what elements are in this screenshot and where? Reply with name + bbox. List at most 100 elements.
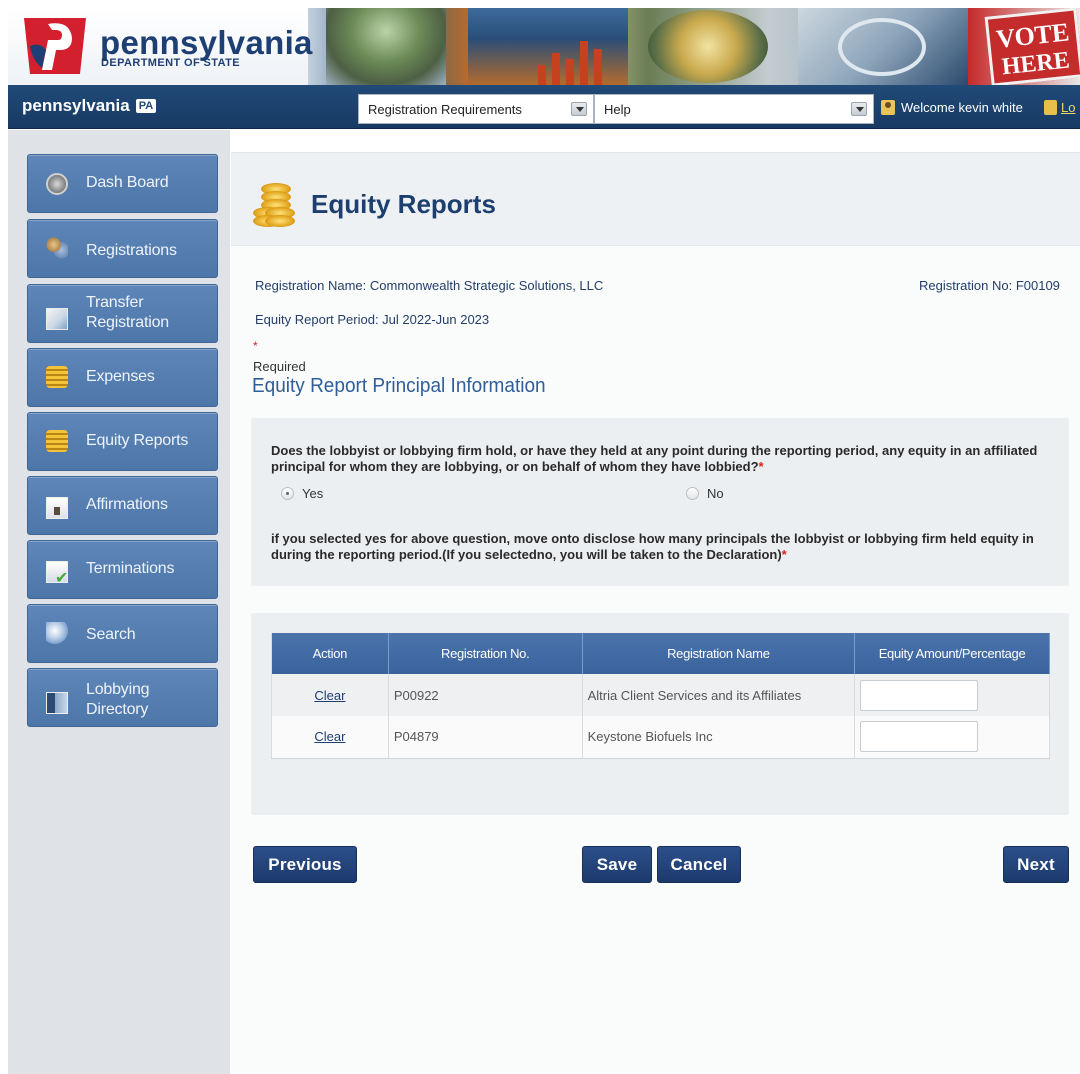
pa-keystone-logo-icon [24, 18, 86, 74]
help-select[interactable]: Help [594, 94, 874, 124]
main-panel: Equity Reports Registration Name: Common… [231, 152, 1080, 1072]
coins-icon [46, 366, 68, 388]
chevron-down-icon[interactable] [851, 102, 867, 116]
equity-table: Action Registration No. Registration Nam… [271, 633, 1050, 759]
pa-badge-icon: PA [135, 99, 157, 113]
registration-requirements-value: Registration Requirements [368, 102, 522, 117]
page-title: Equity Reports [311, 189, 496, 219]
sidebar-item-label: Equity Reports [86, 432, 189, 449]
equity-amount-input[interactable] [860, 721, 979, 753]
help-select-value: Help [604, 102, 631, 117]
instruction-text: if you selected yes for above question, … [271, 531, 1034, 562]
sidebar-item-label: Transfer Registration [86, 293, 169, 333]
sidebar-label-line1: Transfer [86, 294, 144, 311]
column-header-registration-no: Registration No. [388, 633, 583, 674]
book-icon [46, 692, 68, 714]
next-button[interactable]: Next [1003, 846, 1069, 883]
registration-name: Registration Name: Commonwealth Strategi… [255, 278, 604, 293]
save-button[interactable]: Save [582, 846, 652, 883]
logo-subtitle: DEPARTMENT OF STATE [101, 57, 240, 69]
state-seal-image [648, 10, 768, 83]
clear-link[interactable]: Clear [314, 729, 345, 744]
welcome-text: Welcome kevin white [901, 100, 1023, 115]
sidebar-item-terminations[interactable]: Terminations [27, 540, 218, 599]
sidebar-item-transfer-registration[interactable]: Transfer Registration [27, 284, 218, 343]
sidebar-label-line2: Registration [86, 314, 169, 331]
sidebar-item-label: Dash Board [86, 174, 169, 191]
capitol-image [326, 8, 446, 85]
table-header-row: Action Registration No. Registration Nam… [271, 633, 1050, 674]
action-cell: Clear [271, 674, 389, 716]
lock-icon [1044, 100, 1057, 115]
dashboard-icon [46, 173, 68, 195]
cancel-button[interactable]: Cancel [657, 846, 741, 883]
section-title: Equity Report Principal Information [252, 375, 546, 397]
registration-name-cell: Altria Client Services and its Affiliate… [582, 674, 856, 716]
radio-option-no[interactable]: No [686, 486, 724, 501]
registration-no-cell: P04879 [388, 716, 583, 759]
equity-amount-cell [854, 674, 1050, 716]
required-star: * [253, 339, 258, 353]
sidebar-item-label: Lobbying Directory [86, 680, 150, 720]
chevron-down-icon[interactable] [571, 102, 587, 116]
sidebar-item-registrations[interactable]: Registrations [27, 219, 218, 278]
action-cell: Clear [271, 716, 389, 759]
check-document-icon [46, 561, 68, 588]
table-row: Clear P04879 Keystone Biofuels Inc [271, 716, 1050, 759]
question-text: Does the lobbyist or lobbying firm hold,… [271, 443, 1038, 474]
welcome-user: Welcome kevin white [881, 100, 1023, 115]
sidebar-label-line2: Directory [86, 701, 149, 718]
sidebar-item-equity-reports[interactable]: Equity Reports [27, 412, 218, 471]
bar-chart-image [468, 8, 628, 85]
user-icon [881, 100, 895, 115]
equity-amount-input[interactable] [860, 679, 979, 711]
top-navbar: pennsylvania PA Registration Requirement… [8, 85, 1080, 129]
search-icon [46, 622, 68, 644]
column-header-registration-name: Registration Name [582, 633, 856, 674]
equity-question-text: Does the lobbyist or lobbying firm hold,… [271, 443, 1061, 475]
pa-brand[interactable]: pennsylvania PA [22, 96, 157, 116]
required-star: * [781, 547, 787, 562]
logout-link[interactable]: Lo [1044, 100, 1075, 115]
registration-number: Registration No: F00109 [919, 278, 1060, 293]
report-period: Equity Report Period: Jul 2022-Jun 2023 [255, 312, 490, 327]
equity-instruction-text: if you selected yes for above question, … [271, 531, 1061, 563]
page-header: Equity Reports [231, 153, 1080, 246]
equity-amount-cell [854, 716, 1050, 759]
required-star: * [758, 459, 764, 474]
previous-button[interactable]: Previous [253, 846, 357, 883]
sidebar-item-expenses[interactable]: Expenses [27, 348, 218, 407]
sidebar-item-label: Registrations [86, 242, 177, 259]
clear-link[interactable]: Clear [314, 688, 345, 703]
column-header-action: Action [271, 633, 389, 674]
registration-no-cell: P00922 [388, 674, 583, 716]
header-banner: pennsylvania DEPARTMENT OF STATE VOTE HE… [8, 8, 1080, 85]
sidebar-item-dashboard[interactable]: Dash Board [27, 154, 218, 213]
equity-table-box: Action Registration No. Registration Nam… [251, 613, 1069, 815]
pa-brand-text: pennsylvania [22, 96, 130, 115]
radio-yes-label: Yes [302, 486, 324, 501]
table-row: Clear P00922 Altria Client Services and … [271, 674, 1050, 716]
document-icon [46, 497, 68, 519]
logout-text: Lo [1061, 100, 1076, 115]
coins-icon [46, 430, 68, 452]
sidebar-item-affirmations[interactable]: Affirmations [27, 476, 218, 535]
vote-here-sign: VOTE HERE [984, 8, 1080, 85]
radio-no[interactable] [686, 487, 699, 500]
transfer-icon [46, 308, 68, 330]
equity-question-box: Does the lobbyist or lobbying firm hold,… [251, 418, 1069, 586]
sidebar-item-label: Expenses [86, 368, 155, 385]
coins-icon [251, 183, 295, 233]
sidebar: Dash Board Registrations Transfer Regist… [8, 130, 230, 1074]
registration-name-cell: Keystone Biofuels Inc [582, 716, 856, 759]
registration-requirements-select[interactable]: Registration Requirements [358, 94, 594, 124]
sidebar-item-label: Search [86, 626, 136, 643]
registrations-icon [46, 237, 68, 259]
sidebar-item-label: Affirmations [86, 496, 168, 513]
sidebar-item-lobbying-directory[interactable]: Lobbying Directory [27, 668, 218, 727]
sidebar-label-line1: Lobbying [86, 681, 150, 698]
sidebar-item-search[interactable]: Search [27, 604, 218, 663]
radio-yes[interactable] [281, 487, 294, 500]
radio-no-label: No [707, 486, 724, 501]
radio-option-yes[interactable]: Yes [281, 486, 323, 501]
